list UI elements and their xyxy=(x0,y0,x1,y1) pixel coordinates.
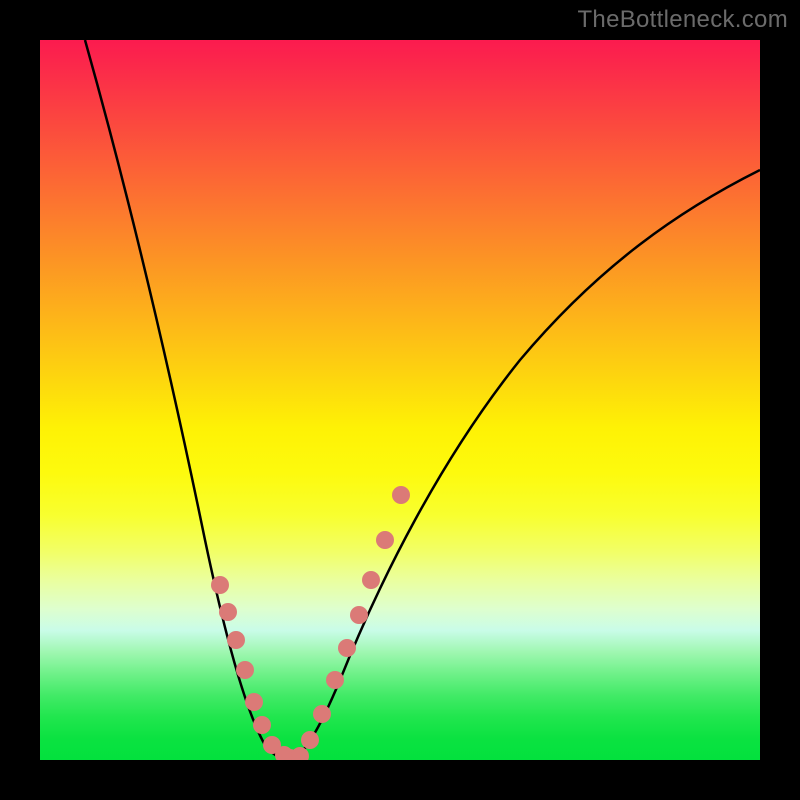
dot xyxy=(227,631,245,649)
dot xyxy=(219,603,237,621)
dot xyxy=(338,639,356,657)
outer-frame: TheBottleneck.com xyxy=(0,0,800,800)
dot xyxy=(362,571,380,589)
data-dots xyxy=(211,486,410,760)
dot xyxy=(313,705,331,723)
dot xyxy=(392,486,410,504)
dot xyxy=(253,716,271,734)
dot xyxy=(291,747,309,760)
dot xyxy=(326,671,344,689)
dot xyxy=(350,606,368,624)
bottleneck-curve-left xyxy=(85,40,290,760)
watermark-text: TheBottleneck.com xyxy=(577,6,788,34)
dot xyxy=(211,576,229,594)
chart-svg xyxy=(40,40,760,760)
plot-area xyxy=(40,40,760,760)
dot xyxy=(376,531,394,549)
dot xyxy=(236,661,254,679)
dot xyxy=(301,731,319,749)
dot xyxy=(245,693,263,711)
bottleneck-curve-right xyxy=(290,170,760,760)
